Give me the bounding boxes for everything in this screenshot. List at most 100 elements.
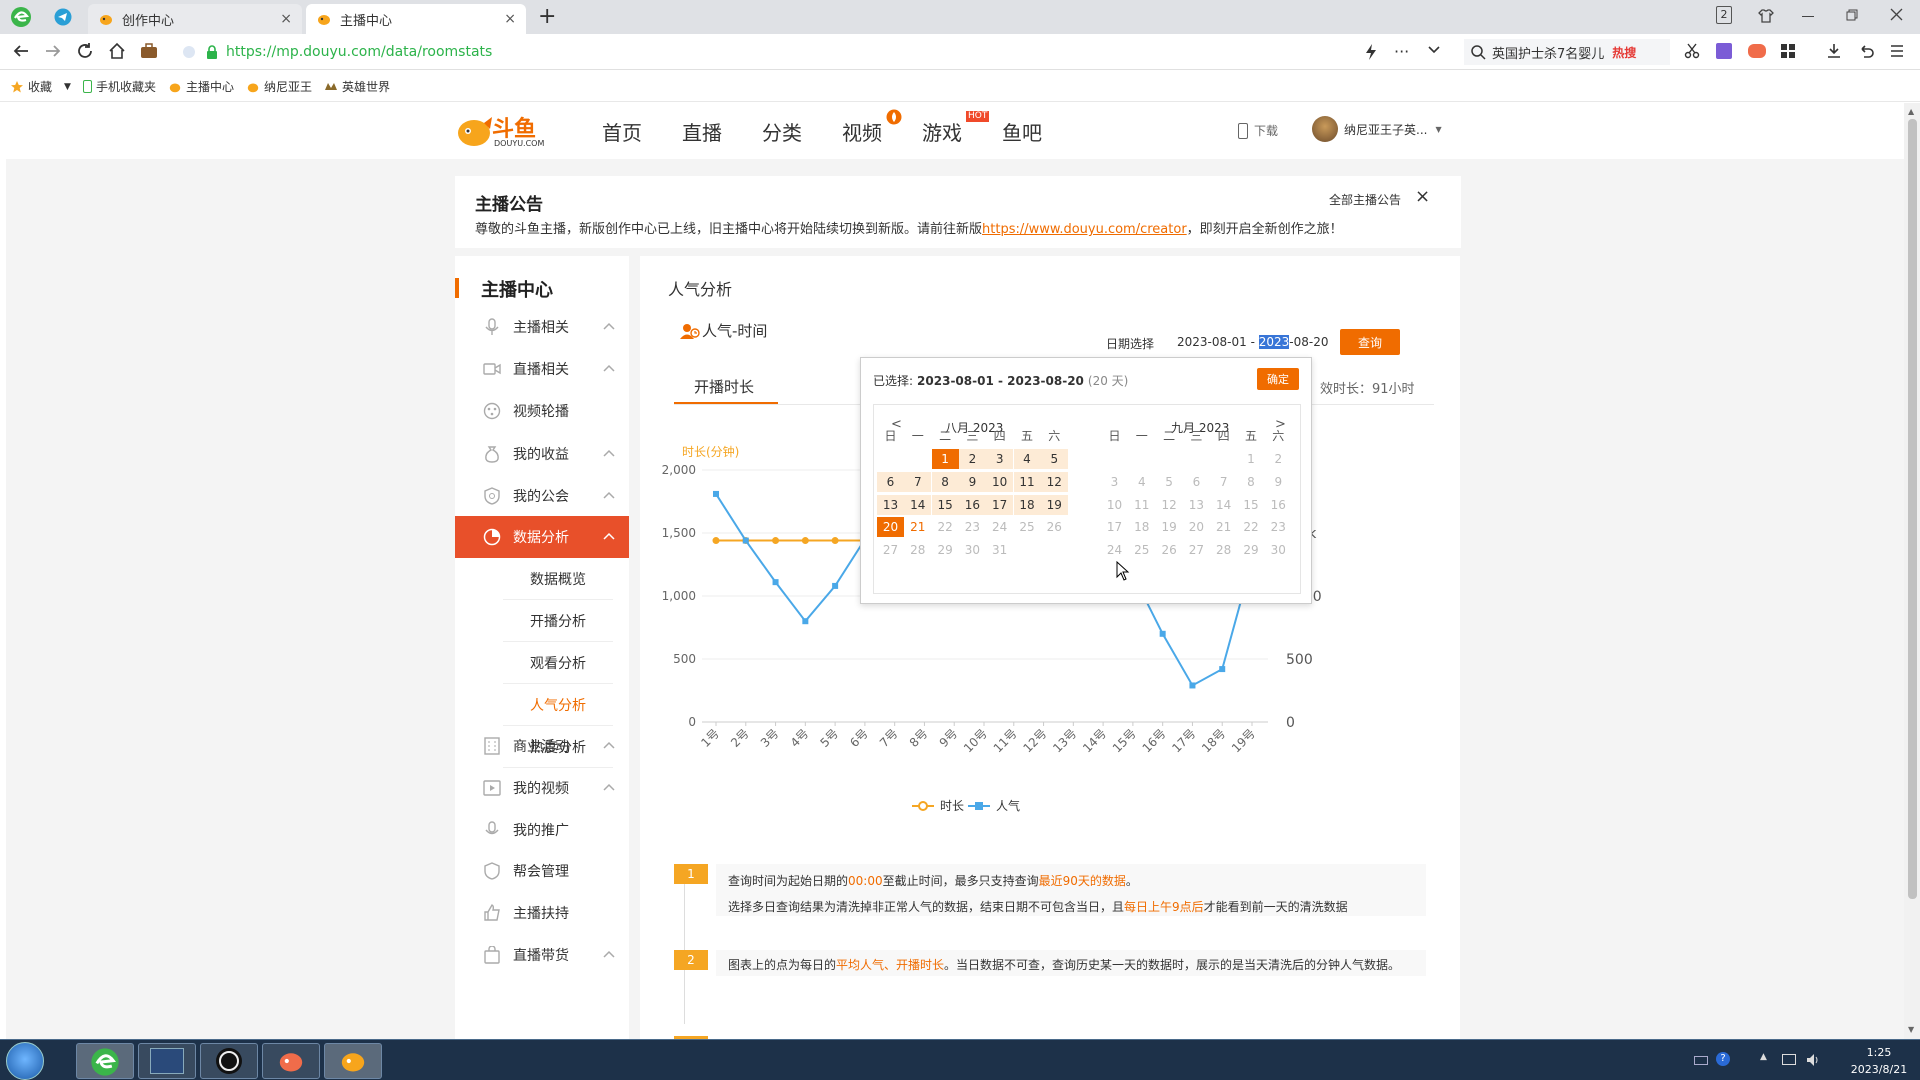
scroll-thumb[interactable] [1908,119,1917,899]
calendar-day[interactable]: 23 [1265,517,1292,537]
calendar-day[interactable]: 15 [931,494,959,515]
restore-icon[interactable] [1846,9,1858,21]
calendar-day[interactable]: 26 [1041,517,1068,537]
calendar-day[interactable]: 23 [959,517,986,537]
calendar-day[interactable]: 5 [1040,449,1068,469]
douyu-logo[interactable]: 斗鱼 DOUYU.COM [454,109,554,153]
calendar-day[interactable]: 3 [1101,472,1128,492]
calendar-day[interactable]: 9 [1265,472,1292,492]
calendar-day[interactable]: 11 [1128,495,1155,515]
calendar-day[interactable]: 8 [931,471,959,492]
sidebar-item-10[interactable]: 帮会管理 [455,850,629,892]
calendar-day[interactable]: 13 [877,494,904,515]
calendar-day[interactable]: 3 [986,449,1014,469]
calendar-day[interactable]: 7 [904,471,932,492]
taskbar-browser[interactable] [76,1043,134,1079]
bookmark-favorites[interactable]: 收藏 ▼ [10,78,71,95]
sidebar-item-6[interactable]: 数据分析 [455,516,629,558]
chevron-up-icon[interactable] [603,363,615,375]
sidebar-subitem-2[interactable]: 开播分析 [503,600,613,642]
chevron-up-icon[interactable] [603,448,615,460]
calendar-day[interactable]: 2 [958,449,986,469]
sidebar-subitem-5[interactable]: 热度分析 [503,726,613,768]
calendar-day[interactable]: 19 [1156,517,1183,537]
tab-count-badge[interactable]: 2 [1716,6,1732,24]
menu-icon[interactable] [1890,44,1904,58]
calendar-day[interactable]: 19 [1040,494,1068,515]
skin-shirt-icon[interactable] [1758,8,1774,24]
sidebar-item-8[interactable]: 我的视频 [455,767,629,809]
tab-close-icon[interactable]: × [280,11,292,27]
sidebar-telegram-icon[interactable] [54,8,72,26]
calendar-day[interactable]: 12 [1156,495,1183,515]
creator-link[interactable]: https://www.douyu.com/creator [982,222,1187,237]
scroll-down-arrow[interactable]: ▼ [1908,1025,1914,1034]
calendar-day[interactable]: 10 [986,471,1014,492]
home-icon[interactable] [108,42,126,60]
calendar-day[interactable]: 30 [959,540,986,560]
tab-streaming-duration[interactable]: 开播时长 [694,376,754,397]
taskbar-douyu[interactable] [324,1043,382,1079]
calendar-day[interactable]: 4 [1128,472,1155,492]
sidebar-item-1[interactable]: 主播相关 [455,306,629,348]
download-link[interactable]: 下载 [1238,122,1278,139]
calendar-day[interactable]: 25 [1128,540,1155,560]
calendar-day[interactable]: 18 [1013,494,1041,515]
chevron-up-icon[interactable] [603,321,615,333]
tab-close-icon[interactable]: × [504,11,516,27]
calendar-day[interactable]: 24 [986,517,1013,537]
calendar-day[interactable]: 29 [1238,540,1265,560]
back-icon[interactable] [12,42,30,60]
calendar-day[interactable]: 18 [1128,517,1155,537]
calendar-day[interactable]: 13 [1183,495,1210,515]
lightning-icon[interactable] [1364,44,1378,60]
chevron-down-icon[interactable] [1428,46,1440,54]
download-icon[interactable] [1826,43,1842,59]
game-icon[interactable] [1748,44,1766,58]
tray-help-icon[interactable]: ? [1716,1052,1730,1066]
bookmark-mobile[interactable]: 手机收藏夹 [82,78,156,95]
tab-creator-center[interactable]: 创作中心 × [88,4,302,34]
calendar-day[interactable]: 31 [986,540,1013,560]
calendar-day[interactable]: 16 [958,494,986,515]
clock[interactable]: 1:25 2023/8/21 [1846,1044,1912,1078]
calendar-day[interactable]: 6 [1183,472,1210,492]
calendar-day[interactable]: 20 [1183,517,1210,537]
chevron-up-icon[interactable] [603,782,615,794]
forward-icon[interactable] [44,42,62,60]
query-button[interactable]: 查询 [1340,329,1400,355]
briefcase-icon[interactable] [140,42,158,60]
confirm-button[interactable]: 确定 [1257,368,1299,390]
calendar-day[interactable]: 25 [1014,517,1041,537]
nav-video[interactable]: 视频 [842,117,882,146]
calendar-day[interactable]: 7 [1210,472,1237,492]
chevron-up-icon[interactable] [603,531,615,543]
calendar-day[interactable]: 30 [1265,540,1292,560]
nav-home[interactable]: 首页 [602,117,642,146]
bookmark-streamer-center[interactable]: 主播中心 [168,78,234,95]
calendar-day[interactable]: 16 [1265,495,1292,515]
calendar-day[interactable]: 27 [1183,540,1210,560]
bookmark-hero-world[interactable]: 英雄世界 [324,78,390,95]
reload-icon[interactable] [76,42,94,60]
calendar-day[interactable]: 27 [877,540,904,560]
taskbar-obs[interactable] [200,1043,258,1079]
calendar-day[interactable]: 21 [904,517,931,537]
calendar-day[interactable]: 4 [1013,449,1041,469]
calendar-day[interactable]: 24 [1101,540,1128,560]
sidebar-subitem-3[interactable]: 观看分析 [503,642,613,684]
sidebar-item-12[interactable]: 直播带货 [455,934,629,976]
calendar-day[interactable]: 14 [904,494,932,515]
sidebar-item-5[interactable]: 我的公会 [455,475,629,517]
calendar-day[interactable]: 11 [1013,471,1041,492]
calendar-day[interactable]: 17 [986,494,1014,515]
close-icon[interactable]: × [1415,186,1430,207]
apps-grid-icon[interactable] [1780,43,1796,59]
calendar-day[interactable]: 21 [1210,517,1237,537]
sidebar-item-3[interactable]: 视频轮播 [455,390,629,432]
date-range-input[interactable]: 2023-08-01 - 2023 -08-20 [1170,329,1328,355]
calendar-day[interactable]: 9 [958,471,986,492]
calendar-day[interactable]: 15 [1238,495,1265,515]
search-box[interactable]: 英国护士杀7名婴儿 热搜 [1464,39,1670,65]
calendar-day[interactable]: 28 [1210,540,1237,560]
